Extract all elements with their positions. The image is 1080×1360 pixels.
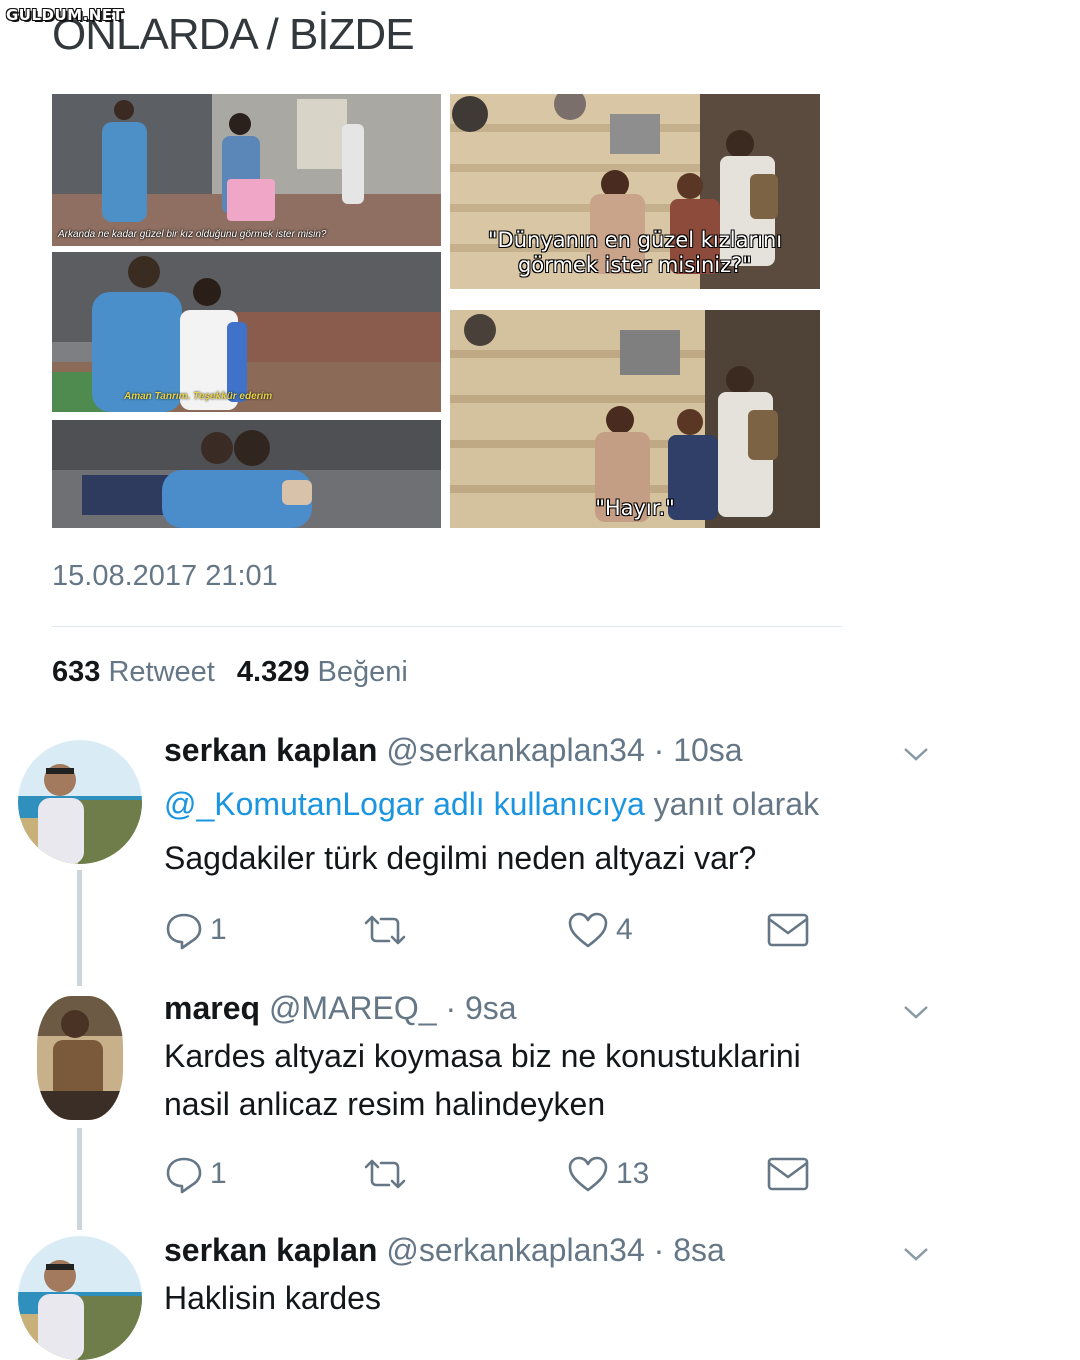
reply-button[interactable]: 1 xyxy=(164,1154,227,1194)
reply-text: Haklisin kardes xyxy=(164,1280,381,1316)
retweet-count[interactable]: 633 xyxy=(52,656,100,688)
reply-author-name[interactable]: serkan kaplan xyxy=(164,732,377,768)
reply-actions: 1 13 xyxy=(164,1154,824,1198)
reply-author-handle[interactable]: @serkankaplan34 xyxy=(386,732,644,768)
reply-button[interactable]: 1 xyxy=(164,910,227,950)
tweet-timestamp[interactable]: 15.08.2017 21:01 xyxy=(52,560,278,593)
reply-to-suffix: yanıt olarak xyxy=(653,786,820,822)
photo-caption-right-top-line2: görmek ister misiniz?" xyxy=(518,253,752,277)
reply-actions: 1 4 xyxy=(164,910,824,954)
photo-left-top: Arkanda ne kadar güzel bir kız olduğunu … xyxy=(52,94,441,246)
retweet-icon xyxy=(362,910,408,950)
photo-right-top: "Dünyanın en güzel kızlarını görmek iste… xyxy=(450,94,820,289)
photo-left-mid: Aman Tanrım. Teşekkür ederim xyxy=(52,252,441,412)
thread-line xyxy=(77,870,82,986)
photo-collage[interactable]: Arkanda ne kadar güzel bir kız olduğunu … xyxy=(52,94,842,530)
reply-author-handle[interactable]: @serkankaplan34 xyxy=(386,1232,644,1268)
reply-text-line-2: nasil anlicaz resim halindeyken xyxy=(164,1086,606,1122)
reply-icon xyxy=(164,1154,204,1194)
reply-header: mareq @MAREQ_ · 9sa xyxy=(164,990,517,1027)
reply-author-name[interactable]: mareq xyxy=(164,990,260,1026)
site-watermark: GULDUM.NET xyxy=(6,6,124,24)
reply-header: serkan kaplan @serkankaplan34 · 8sa xyxy=(164,1232,725,1269)
reply-count: 1 xyxy=(210,1157,227,1190)
reply-count: 1 xyxy=(210,913,227,946)
reply-time[interactable]: · 8sa xyxy=(654,1232,725,1268)
like-count: 4 xyxy=(616,913,633,946)
retweet-label[interactable]: Retweet xyxy=(108,656,214,688)
avatar[interactable] xyxy=(37,996,123,1120)
avatar[interactable] xyxy=(18,1236,142,1360)
reply-context: @_KomutanLogar adlı kullanıcıya yanıt ol… xyxy=(164,786,819,823)
reply-icon xyxy=(164,910,204,950)
thread-line xyxy=(77,1128,82,1230)
chevron-down-icon[interactable] xyxy=(902,1002,930,1027)
chevron-down-icon[interactable] xyxy=(902,744,930,769)
reply-author-handle[interactable]: @MAREQ_ xyxy=(269,990,437,1026)
mail-icon xyxy=(766,1154,810,1194)
reply-time[interactable]: · 9sa xyxy=(445,990,516,1026)
like-button[interactable]: 4 xyxy=(566,910,633,950)
photo-right-bottom: "Hayır." xyxy=(450,310,820,528)
reply-to-mention[interactable]: @_KomutanLogar adlı kullanıcıya xyxy=(164,786,645,822)
photo-caption-right-top: "Dünyanın en güzel kızlarını görmek iste… xyxy=(450,228,820,278)
heart-icon xyxy=(566,1154,610,1194)
photo-caption-left-top: Arkanda ne kadar güzel bir kız olduğunu … xyxy=(58,229,327,240)
like-count[interactable]: 4.329 xyxy=(237,656,310,688)
retweet-button[interactable] xyxy=(362,910,408,950)
chevron-down-icon[interactable] xyxy=(902,1244,930,1269)
dm-button[interactable] xyxy=(766,1154,810,1194)
photo-caption-left-mid: Aman Tanrım. Teşekkür ederim xyxy=(124,391,273,402)
retweet-icon xyxy=(362,1154,408,1194)
divider xyxy=(52,626,842,627)
reply-text-line-1: Kardes altyazi koymasa biz ne konustukla… xyxy=(164,1038,801,1074)
photo-left-bottom xyxy=(52,420,441,528)
reply-author-name[interactable]: serkan kaplan xyxy=(164,1232,377,1268)
reply-header: serkan kaplan @serkankaplan34 · 10sa xyxy=(164,732,743,769)
tweet-stats: 633 Retweet 4.329 Beğeni xyxy=(52,656,408,689)
dm-button[interactable] xyxy=(766,910,810,950)
mail-icon xyxy=(766,910,810,950)
reply-time[interactable]: · 10sa xyxy=(654,732,743,768)
photo-caption-right-top-line1: "Dünyanın en güzel kızlarını xyxy=(487,228,783,252)
heart-icon xyxy=(566,910,610,950)
avatar[interactable] xyxy=(18,740,142,864)
like-count: 13 xyxy=(616,1157,650,1190)
like-button[interactable]: 13 xyxy=(566,1154,649,1194)
photo-caption-right-bottom: "Hayır." xyxy=(595,496,675,520)
retweet-button[interactable] xyxy=(362,1154,408,1194)
reply-text: Sagdakiler türk degilmi neden altyazi va… xyxy=(164,840,757,876)
like-label[interactable]: Beğeni xyxy=(318,656,408,688)
